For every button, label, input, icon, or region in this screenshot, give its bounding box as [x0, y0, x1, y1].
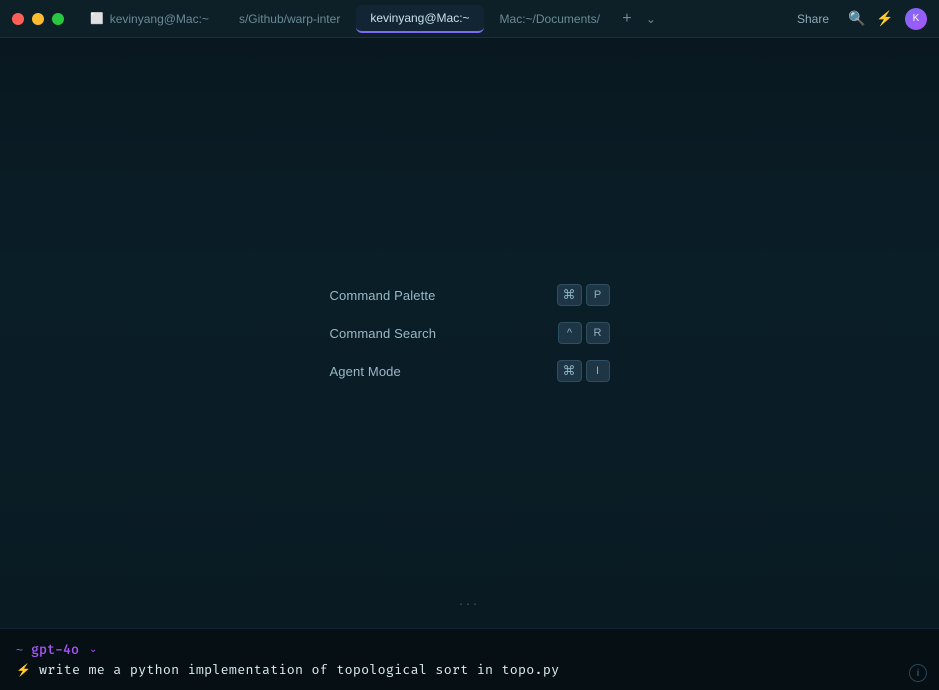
titlebar-actions: Share 🔍 ⚡ K — [789, 8, 927, 30]
bottom-bar: ~ gpt-4o ⌄ ⚡ write me a python implement… — [0, 628, 939, 690]
avatar[interactable]: K — [905, 8, 927, 30]
prompt-lightning-icon: ⚡ — [16, 663, 31, 677]
tab-3-label: kevinyang@Mac:~ — [370, 11, 469, 25]
terminal-area: Command Palette ⌘ P Command Search ^ R A… — [0, 38, 939, 628]
tabs-chevron-button[interactable]: ⌄ — [640, 8, 662, 30]
tab-2-label: s/Github/warp-inter — [239, 12, 340, 26]
command-search-keybind: ^ R — [558, 322, 610, 344]
tab-1[interactable]: ⬜ kevinyang@Mac:~ — [76, 5, 223, 33]
command-palette-row: Command Palette ⌘ P — [330, 278, 610, 312]
model-chevron-icon[interactable]: ⌄ — [89, 644, 97, 655]
tab-icon-1: ⬜ — [90, 12, 104, 25]
command-input-row: ⚡ write me a python implementation of to… — [16, 662, 923, 678]
command-input-text[interactable]: write me a python implementation of topo… — [39, 662, 559, 678]
agent-mode-label: Agent Mode — [330, 364, 401, 379]
tab-1-label: kevinyang@Mac:~ — [110, 12, 209, 26]
command-search-row: Command Search ^ R — [330, 316, 610, 350]
key-ctrl: ^ — [558, 322, 582, 344]
tab-3[interactable]: kevinyang@Mac:~ — [356, 5, 483, 33]
share-button[interactable]: Share — [789, 8, 837, 30]
key-cmd-1: ⌘ — [557, 284, 582, 306]
search-icon[interactable]: 🔍 — [849, 11, 865, 27]
traffic-lights — [12, 13, 64, 25]
lightning-icon[interactable]: ⚡ — [877, 11, 893, 27]
agent-mode-row: Agent Mode ⌘ I — [330, 354, 610, 388]
tilde-icon: ~ — [16, 643, 23, 657]
info-badge[interactable]: i — [909, 664, 927, 682]
key-i: I — [586, 360, 610, 382]
tab-2[interactable]: s/Github/warp-inter — [225, 5, 354, 33]
model-row: ~ gpt-4o ⌄ — [16, 642, 923, 658]
model-name[interactable]: gpt-4o — [31, 642, 79, 658]
command-search-label: Command Search — [330, 326, 437, 341]
key-cmd-2: ⌘ — [557, 360, 582, 382]
new-tab-button[interactable]: + — [616, 8, 638, 30]
tab-4[interactable]: Mac:~/Documents/ — [486, 5, 614, 33]
close-button[interactable] — [12, 13, 24, 25]
maximize-button[interactable] — [52, 13, 64, 25]
command-palette-keybind: ⌘ P — [557, 284, 610, 306]
tab-bar: ⬜ kevinyang@Mac:~ s/Github/warp-inter ke… — [76, 5, 789, 33]
tab-4-label: Mac:~/Documents/ — [500, 12, 600, 26]
agent-mode-keybind: ⌘ I — [557, 360, 610, 382]
command-palette-overlay: Command Palette ⌘ P Command Search ^ R A… — [330, 278, 610, 388]
three-dots: ... — [459, 592, 480, 608]
key-p: P — [586, 284, 610, 306]
minimize-button[interactable] — [32, 13, 44, 25]
key-r: R — [586, 322, 610, 344]
titlebar: ⬜ kevinyang@Mac:~ s/Github/warp-inter ke… — [0, 0, 939, 38]
command-palette-label: Command Palette — [330, 288, 436, 303]
